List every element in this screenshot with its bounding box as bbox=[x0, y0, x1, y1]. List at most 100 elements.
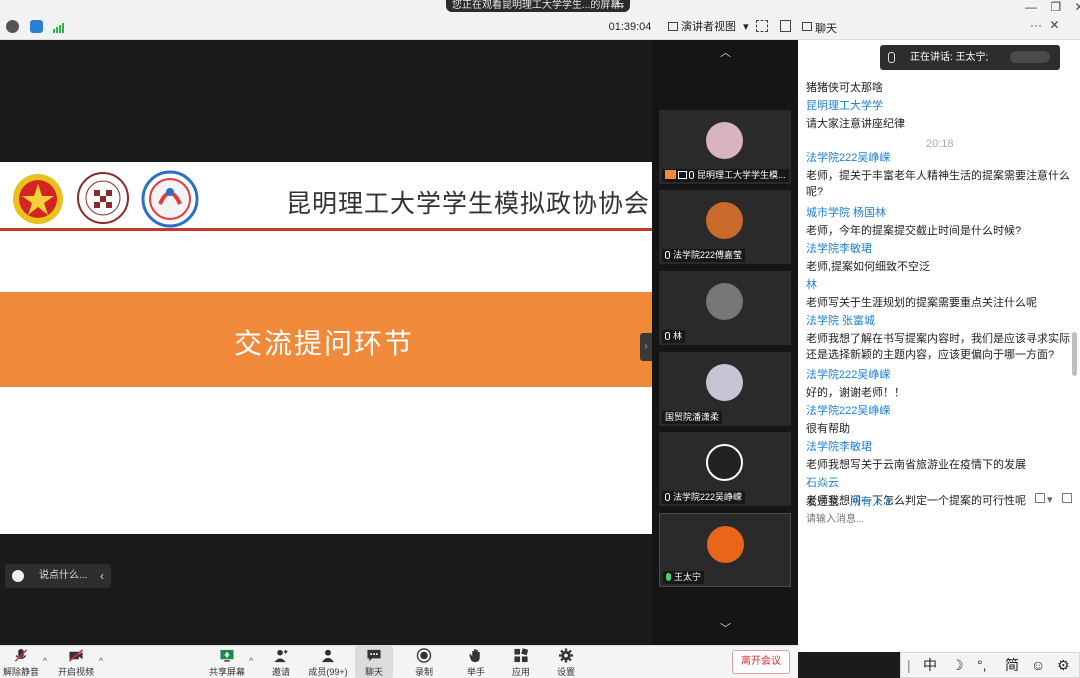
settings-button[interactable]: 设置 bbox=[550, 646, 582, 678]
chevron-down-icon[interactable]: ▾ bbox=[1047, 494, 1053, 506]
chat-sender: 法学院李敏珺 bbox=[806, 243, 872, 255]
mic-on-icon bbox=[666, 573, 671, 581]
leave-meeting-button[interactable]: 离开会议 bbox=[732, 650, 790, 674]
avatar bbox=[706, 364, 743, 401]
chevron-down-icon: ▾ bbox=[743, 21, 749, 33]
punctuation-toggle[interactable]: °, bbox=[977, 653, 987, 677]
record-button[interactable]: 录制 bbox=[408, 646, 440, 678]
info-icon[interactable] bbox=[6, 20, 19, 33]
collapse-gallery-handle[interactable]: › bbox=[640, 333, 652, 361]
invite-button[interactable]: 邀请 bbox=[266, 646, 296, 678]
share-banner-text: 您正在观看昆明理工大学学生...的屏幕 bbox=[452, 0, 621, 11]
start-video-label: 开启视频 bbox=[57, 667, 94, 677]
gallery-down-arrow[interactable]: ﹀ bbox=[720, 620, 731, 636]
restore-icon[interactable]: ❐ bbox=[1050, 0, 1061, 14]
chat-tools: ▾ bbox=[1035, 493, 1072, 506]
chat-scrollbar[interactable] bbox=[1072, 332, 1077, 376]
meeting-window: 您正在观看昆明理工大学学生...的屏幕 ⇆ 01:39:04 演讲者视图 ▾ 聊… bbox=[0, 0, 1080, 678]
mic-muted-icon bbox=[14, 648, 28, 662]
participants-button[interactable]: 成员(99+) bbox=[306, 646, 350, 678]
avatar bbox=[706, 444, 743, 481]
reaction-bar[interactable]: 说点什么... ‹ bbox=[5, 564, 111, 588]
emoji-icon[interactable]: ☺ bbox=[1031, 653, 1045, 677]
share-screen-button[interactable]: 共享屏幕 bbox=[206, 646, 248, 678]
apps-button[interactable]: 应用 bbox=[505, 646, 537, 678]
reaction-input[interactable]: 说点什么... bbox=[39, 564, 87, 588]
avatar bbox=[707, 526, 744, 563]
minimize-icon[interactable]: — bbox=[1025, 0, 1037, 14]
chat-sender: 法学院222吴峥嵘 bbox=[806, 152, 891, 164]
chat-message: 老师我想问一下怎么判定一个提案的可行性呢 bbox=[806, 495, 1026, 507]
mic-icon bbox=[888, 52, 895, 63]
speaking-text: 正在讲话: 王太宁; bbox=[910, 52, 989, 63]
send-to-dropdown[interactable]: 所有人 ▾ bbox=[850, 493, 892, 509]
add-user-icon bbox=[274, 649, 288, 663]
share-screen-icon bbox=[220, 649, 234, 662]
chat-message: 老师，提关于丰富老年人精神生活的提案需要注意什么呢? bbox=[806, 170, 1070, 198]
video-tile[interactable]: 林 bbox=[659, 271, 791, 345]
chat-message: 老师我想写关于云南省旅游业在疫情下的发展 bbox=[806, 459, 1026, 471]
screenshot-icon[interactable] bbox=[1061, 493, 1072, 503]
video-tile[interactable]: 国贸院潘潇柔 bbox=[659, 352, 791, 426]
record-label: 录制 bbox=[414, 667, 433, 677]
chevron-up-icon[interactable]: ^ bbox=[99, 656, 103, 666]
participant-name-text: 王太宁 bbox=[674, 572, 702, 582]
gallery-up-arrow[interactable]: ︿ bbox=[720, 44, 731, 60]
chat-message: 请大家注意讲座纪律 bbox=[806, 118, 905, 130]
avatar bbox=[706, 283, 743, 320]
start-video-button[interactable]: 开启视频 bbox=[56, 646, 96, 678]
chat-header-actions: ··· ✕ bbox=[1030, 18, 1059, 32]
send-to-label: 发送至: bbox=[806, 496, 843, 508]
speaker-view-icon bbox=[668, 22, 678, 31]
video-tile-active-speaker[interactable]: 王太宁 bbox=[659, 513, 791, 587]
chat-button[interactable]: 聊天 bbox=[355, 646, 393, 678]
chevron-up-icon[interactable]: ^ bbox=[43, 656, 47, 666]
raise-hand-button[interactable]: 举手 bbox=[460, 646, 492, 678]
chat-message: 老师,提案如何细致不空泛 bbox=[806, 261, 931, 273]
unmute-label: 解除静音 bbox=[2, 667, 39, 677]
shield-icon[interactable] bbox=[30, 20, 43, 33]
more-icon[interactable]: ··· bbox=[1030, 18, 1042, 32]
chat-message: 很有帮助 bbox=[806, 423, 850, 435]
layout-icon[interactable] bbox=[780, 20, 791, 32]
participant-name-text: 国贸院潘潇柔 bbox=[665, 412, 720, 422]
emoji-icon[interactable] bbox=[12, 570, 24, 582]
chat-message: 老师写关于生涯规划的提案需要重点关注什么呢 bbox=[806, 297, 1037, 309]
chat-input[interactable] bbox=[806, 511, 1066, 527]
chat-close-icon[interactable]: ✕ bbox=[1049, 18, 1059, 32]
speaker-view-label: 演讲者视图 bbox=[681, 21, 736, 33]
camera-off-icon bbox=[68, 649, 84, 662]
ime-handle[interactable]: | bbox=[907, 653, 911, 677]
participant-name: 法学院222傅嘉莹 bbox=[662, 249, 746, 262]
apps-label: 应用 bbox=[511, 667, 530, 677]
speaking-indicator: 正在讲话: 王太宁; bbox=[880, 45, 1060, 70]
unmute-button[interactable]: 解除静音 bbox=[2, 646, 40, 678]
chat-message: 老师，今年的提案提交截止时间是什么时候? bbox=[806, 225, 1022, 237]
chevron-up-icon[interactable]: ^ bbox=[249, 656, 253, 666]
video-tile[interactable]: 昆明理工大学学生模... bbox=[659, 110, 791, 184]
mic-off-icon bbox=[665, 332, 670, 340]
fullscreen-icon[interactable] bbox=[756, 20, 768, 32]
avatar-placeholder bbox=[1010, 51, 1050, 63]
apps-icon bbox=[514, 648, 529, 663]
mic-off-icon bbox=[689, 171, 694, 179]
speaker-view-dropdown[interactable]: 演讲者视图 ▾ bbox=[668, 17, 749, 37]
file-icon[interactable] bbox=[1035, 493, 1045, 503]
swap-icon[interactable]: ⇆ bbox=[616, 0, 624, 12]
moon-icon[interactable]: ☽ bbox=[951, 653, 964, 677]
raise-hand-label: 举手 bbox=[466, 667, 485, 677]
signal-icon[interactable] bbox=[53, 22, 65, 33]
settings-label: 设置 bbox=[556, 667, 575, 677]
gear-icon[interactable]: ⚙ bbox=[1057, 653, 1070, 677]
close-icon[interactable]: ✕ bbox=[1074, 0, 1080, 14]
video-tile[interactable]: 法学院222吴峥嵘 bbox=[659, 432, 791, 506]
ime-language-toggle[interactable]: 中 bbox=[923, 653, 937, 677]
mic-off-icon bbox=[665, 251, 670, 259]
chat-panel-title: 聊天 bbox=[815, 23, 837, 35]
simplified-toggle[interactable]: 简 bbox=[1005, 653, 1019, 677]
share-banner[interactable]: 您正在观看昆明理工大学学生...的屏幕 ⇆ bbox=[446, 0, 630, 12]
mic-off-icon bbox=[665, 493, 670, 501]
video-tile[interactable]: 法学院222傅嘉莹 bbox=[659, 190, 791, 264]
chevron-left-icon[interactable]: ‹ bbox=[100, 564, 104, 588]
meeting-toolbar bbox=[0, 645, 798, 678]
